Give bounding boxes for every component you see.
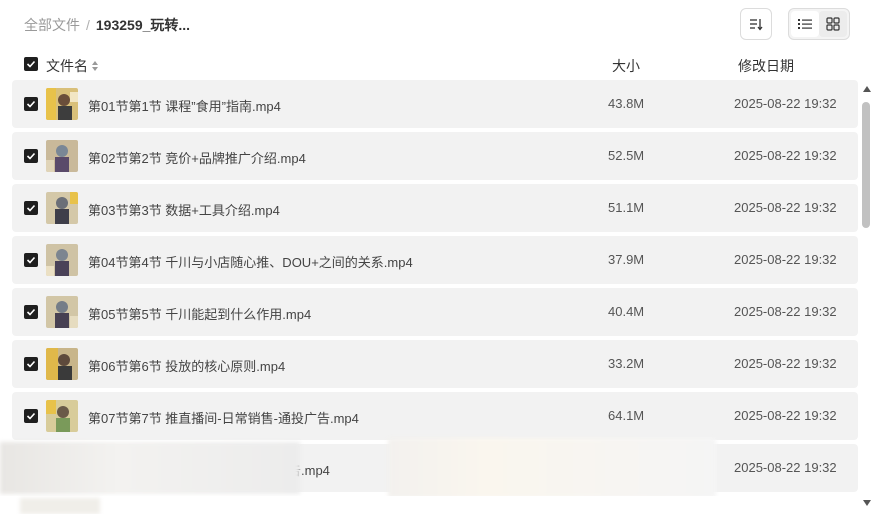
- column-header-date[interactable]: 修改日期: [738, 56, 794, 76]
- checkmark-icon: [26, 308, 36, 316]
- file-size: 33.2M: [608, 356, 645, 371]
- row-checkbox[interactable]: [24, 305, 38, 319]
- file-size: 43.8M: [608, 96, 645, 111]
- file-date: 2025-08-22 19:32: [734, 304, 837, 319]
- video-thumbnail: [46, 88, 78, 120]
- row-checkbox[interactable]: [24, 149, 38, 163]
- checkmark-icon: [26, 100, 36, 108]
- checkmark-icon: [26, 152, 36, 160]
- file-name[interactable]: 第06节第6节 投放的核心原则.mp4: [88, 356, 285, 375]
- list-bottom-edge: [0, 496, 874, 514]
- view-toggle: [788, 8, 850, 40]
- blurred-region: [388, 438, 716, 498]
- video-thumbnail: [46, 192, 78, 224]
- file-name[interactable]: 第02节第2节 竞价+品牌推广介绍.mp4: [88, 148, 306, 167]
- sort-button[interactable]: [740, 8, 772, 40]
- breadcrumb-root-link[interactable]: 全部文件: [24, 15, 80, 35]
- row-checkbox[interactable]: [24, 253, 38, 267]
- column-header-size[interactable]: 大小: [612, 56, 640, 76]
- file-list-header: 文件名 大小 修改日期: [0, 48, 874, 80]
- video-thumbnail: [46, 296, 78, 328]
- file-row[interactable]: 第03节第3节 数据+工具介绍.mp4 51.1M 2025-08-22 19:…: [12, 184, 858, 232]
- checkmark-icon: [26, 256, 36, 264]
- file-name[interactable]: 第05节第5节 千川能起到什么作用.mp4: [88, 304, 311, 323]
- sort-arrows-icon: [92, 61, 98, 71]
- list-view-icon: [798, 19, 812, 29]
- vertical-scrollbar[interactable]: [860, 84, 874, 512]
- breadcrumb-current-folder: 193259_玩转...: [95, 17, 191, 33]
- grid-view-button[interactable]: [819, 11, 847, 37]
- file-date: 2025-08-22 19:32: [734, 200, 837, 215]
- file-row[interactable]: 第02节第2节 竞价+品牌推广介绍.mp4 52.5M 2025-08-22 1…: [12, 132, 858, 180]
- file-date: 2025-08-22 19:32: [734, 96, 837, 111]
- row-checkbox[interactable]: [24, 357, 38, 371]
- file-size: 37.9M: [608, 252, 645, 267]
- list-view-button[interactable]: [791, 11, 819, 37]
- checkmark-icon: [26, 60, 36, 68]
- file-size: 64.1M: [608, 408, 645, 423]
- file-row[interactable]: 第07节第7节 推直播间-日常销售-通投广告.mp4 64.1M 2025-08…: [12, 392, 858, 440]
- select-all-checkbox[interactable]: [24, 57, 38, 71]
- file-date: 2025-08-22 19:32: [734, 408, 837, 423]
- column-header-name[interactable]: 文件名: [46, 56, 98, 76]
- scrollbar-thumb[interactable]: [862, 102, 870, 228]
- file-name[interactable]: 第07节第7节 推直播间-日常销售-通投广告.mp4: [88, 408, 359, 427]
- file-size: 52.5M: [608, 148, 645, 163]
- file-size: 51.1M: [608, 200, 645, 215]
- file-name[interactable]: 第03节第3节 数据+工具介绍.mp4: [88, 200, 280, 219]
- sort-lines-icon: [750, 19, 763, 31]
- blurred-region: [20, 498, 100, 514]
- checkmark-icon: [26, 204, 36, 212]
- file-date: 2025-08-22 19:32: [734, 252, 837, 267]
- blurred-region: [0, 442, 300, 494]
- row-checkbox[interactable]: [24, 409, 38, 423]
- scroll-down-arrow-icon[interactable]: [863, 500, 871, 506]
- file-row[interactable]: 第06节第6节 投放的核心原则.mp4 33.2M 2025-08-22 19:…: [12, 340, 858, 388]
- file-date: 2025-08-22 19:32: [734, 356, 837, 371]
- file-row[interactable]: 第04节第4节 千川与小店随心推、DOU+之间的关系.mp4 37.9M 202…: [12, 236, 858, 284]
- column-header-name-label: 文件名: [46, 58, 88, 74]
- row-checkbox[interactable]: [24, 201, 38, 215]
- checkmark-icon: [26, 360, 36, 368]
- grid-view-icon: [826, 17, 840, 31]
- file-size: 40.4M: [608, 304, 645, 319]
- breadcrumb-separator: /: [86, 17, 90, 33]
- video-thumbnail: [46, 400, 78, 432]
- scroll-up-arrow-icon[interactable]: [863, 86, 871, 92]
- file-date: 2025-08-22 19:32: [734, 148, 837, 163]
- file-name[interactable]: 第01节第1节 课程”食用”指南.mp4: [88, 96, 281, 115]
- video-thumbnail: [46, 244, 78, 276]
- row-checkbox[interactable]: [24, 97, 38, 111]
- top-bar: 全部文件 / 193259_玩转...: [0, 0, 874, 48]
- file-row[interactable]: 第01节第1节 课程”食用”指南.mp4 43.8M 2025-08-22 19…: [12, 80, 858, 128]
- file-name[interactable]: 第04节第4节 千川与小店随心推、DOU+之间的关系.mp4: [88, 252, 413, 271]
- checkmark-icon: [26, 412, 36, 420]
- breadcrumb: 全部文件 / 193259_玩转...: [24, 15, 190, 35]
- video-thumbnail: [46, 140, 78, 172]
- video-thumbnail: [46, 348, 78, 380]
- file-row[interactable]: 第05节第5节 千川能起到什么作用.mp4 40.4M 2025-08-22 1…: [12, 288, 858, 336]
- file-date: 2025-08-22 19:32: [734, 460, 837, 475]
